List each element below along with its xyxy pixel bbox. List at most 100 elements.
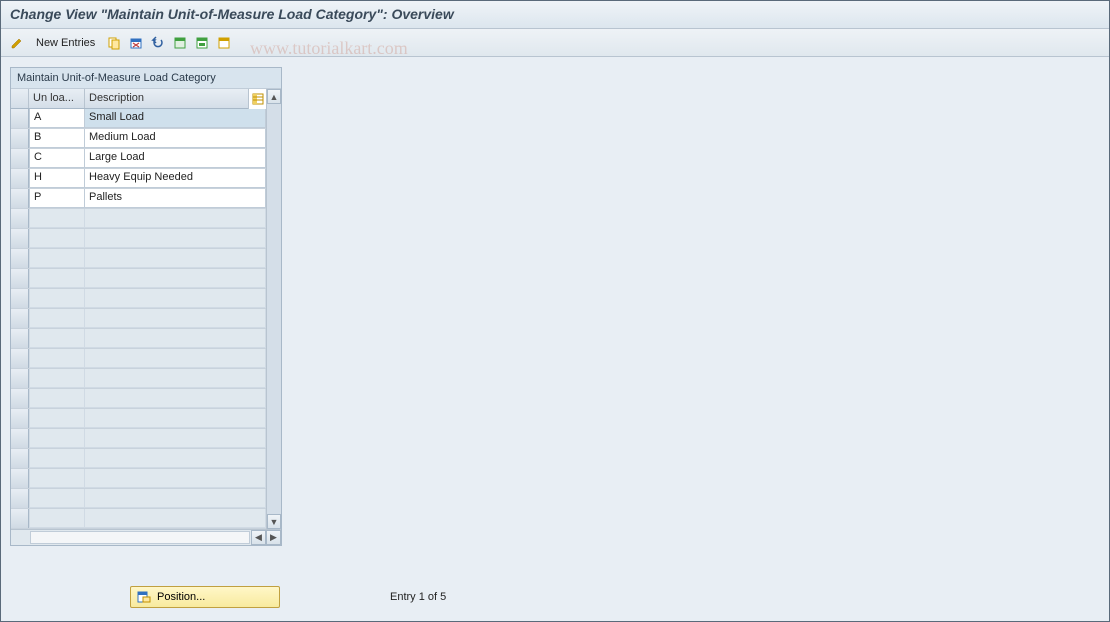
cell-code[interactable] bbox=[29, 269, 85, 288]
cell-code[interactable] bbox=[29, 389, 85, 408]
select-block-icon[interactable] bbox=[193, 34, 211, 52]
cell-code[interactable] bbox=[29, 249, 85, 268]
horizontal-scrollbar[interactable]: ◀ ▶ bbox=[11, 529, 281, 545]
cell-description[interactable]: Large Load bbox=[85, 149, 266, 168]
cell-code[interactable] bbox=[29, 289, 85, 308]
cell-description[interactable] bbox=[85, 249, 266, 268]
column-header-description[interactable]: Description bbox=[85, 89, 248, 108]
row-selector[interactable] bbox=[11, 409, 29, 428]
row-selector[interactable] bbox=[11, 109, 29, 128]
new-entries-button[interactable]: New Entries bbox=[30, 35, 101, 51]
position-button[interactable]: Position... bbox=[130, 586, 280, 608]
toolbar: New Entries www.tutorialkart.com bbox=[0, 29, 1110, 57]
table-row: ASmall Load bbox=[11, 109, 266, 129]
cell-code[interactable] bbox=[29, 229, 85, 248]
scroll-left-icon[interactable]: ◀ bbox=[251, 530, 266, 545]
cell-code[interactable] bbox=[29, 429, 85, 448]
panel-title: Maintain Unit-of-Measure Load Category bbox=[11, 68, 281, 89]
cell-code[interactable] bbox=[29, 209, 85, 228]
cell-description[interactable]: Heavy Equip Needed bbox=[85, 169, 266, 188]
row-selector[interactable] bbox=[11, 329, 29, 348]
row-selector[interactable] bbox=[11, 429, 29, 448]
cell-code[interactable] bbox=[29, 469, 85, 488]
cell-description[interactable] bbox=[85, 429, 266, 448]
row-selector[interactable] bbox=[11, 369, 29, 388]
change-icon[interactable] bbox=[8, 34, 26, 52]
row-selector[interactable] bbox=[11, 309, 29, 328]
row-selector[interactable] bbox=[11, 209, 29, 228]
row-selector[interactable] bbox=[11, 469, 29, 488]
row-selector[interactable] bbox=[11, 289, 29, 308]
cell-code[interactable]: A bbox=[29, 109, 85, 128]
cell-description[interactable] bbox=[85, 269, 266, 288]
table-row: BMedium Load bbox=[11, 129, 266, 149]
cell-code[interactable] bbox=[29, 329, 85, 348]
table-row: HHeavy Equip Needed bbox=[11, 169, 266, 189]
cell-description[interactable] bbox=[85, 349, 266, 368]
row-selector[interactable] bbox=[11, 249, 29, 268]
bottom-panel: Position... Entry 1 of 5 bbox=[0, 586, 1110, 608]
row-selector[interactable] bbox=[11, 269, 29, 288]
table-row: PPallets bbox=[11, 189, 266, 209]
cell-description[interactable] bbox=[85, 489, 266, 508]
cell-code[interactable] bbox=[29, 509, 85, 528]
cell-description[interactable] bbox=[85, 309, 266, 328]
cell-description[interactable]: Medium Load bbox=[85, 129, 266, 148]
cell-description[interactable] bbox=[85, 229, 266, 248]
cell-code[interactable] bbox=[29, 369, 85, 388]
row-selector[interactable] bbox=[11, 149, 29, 168]
table-settings-icon[interactable] bbox=[248, 89, 266, 109]
scroll-up-icon[interactable]: ▲ bbox=[267, 89, 281, 104]
cell-description[interactable] bbox=[85, 469, 266, 488]
cell-code[interactable]: C bbox=[29, 149, 85, 168]
cell-description[interactable]: Pallets bbox=[85, 189, 266, 208]
table-row-empty bbox=[11, 409, 266, 429]
header-selector-cell[interactable] bbox=[11, 89, 29, 108]
table-row-empty bbox=[11, 469, 266, 489]
delete-icon[interactable] bbox=[127, 34, 145, 52]
cell-description[interactable]: Small Load bbox=[85, 109, 266, 128]
cell-description[interactable] bbox=[85, 389, 266, 408]
cell-description[interactable] bbox=[85, 369, 266, 388]
vertical-scrollbar[interactable]: ▲ ▼ bbox=[266, 89, 281, 529]
cell-description[interactable] bbox=[85, 509, 266, 528]
table-row-empty bbox=[11, 249, 266, 269]
undo-icon[interactable] bbox=[149, 34, 167, 52]
cell-code[interactable] bbox=[29, 409, 85, 428]
cell-code[interactable] bbox=[29, 349, 85, 368]
table-row-empty bbox=[11, 489, 266, 509]
row-selector[interactable] bbox=[11, 189, 29, 208]
cell-description[interactable] bbox=[85, 449, 266, 468]
row-selector[interactable] bbox=[11, 489, 29, 508]
position-label: Position... bbox=[157, 591, 205, 603]
row-selector[interactable] bbox=[11, 229, 29, 248]
scroll-right-icon[interactable]: ▶ bbox=[266, 530, 281, 545]
copy-icon[interactable] bbox=[105, 34, 123, 52]
cell-description[interactable] bbox=[85, 209, 266, 228]
row-selector[interactable] bbox=[11, 509, 29, 528]
scroll-down-icon[interactable]: ▼ bbox=[267, 514, 281, 529]
row-selector[interactable] bbox=[11, 169, 29, 188]
cell-code[interactable] bbox=[29, 489, 85, 508]
cell-code[interactable]: H bbox=[29, 169, 85, 188]
deselect-all-icon[interactable] bbox=[215, 34, 233, 52]
cell-description[interactable] bbox=[85, 409, 266, 428]
scroll-track[interactable] bbox=[267, 104, 281, 514]
table-row-empty bbox=[11, 449, 266, 469]
row-selector[interactable] bbox=[11, 389, 29, 408]
cell-code[interactable]: B bbox=[29, 129, 85, 148]
cell-code[interactable] bbox=[29, 309, 85, 328]
select-all-icon[interactable] bbox=[171, 34, 189, 52]
row-selector[interactable] bbox=[11, 449, 29, 468]
table-row-empty bbox=[11, 369, 266, 389]
column-header-code[interactable]: Un loa... bbox=[29, 89, 85, 108]
cell-description[interactable] bbox=[85, 329, 266, 348]
cell-code[interactable]: P bbox=[29, 189, 85, 208]
row-selector[interactable] bbox=[11, 349, 29, 368]
page-title: Change View "Maintain Unit-of-Measure Lo… bbox=[0, 0, 1110, 29]
hscroll-track[interactable] bbox=[30, 531, 250, 544]
table-row: CLarge Load bbox=[11, 149, 266, 169]
row-selector[interactable] bbox=[11, 129, 29, 148]
cell-description[interactable] bbox=[85, 289, 266, 308]
cell-code[interactable] bbox=[29, 449, 85, 468]
